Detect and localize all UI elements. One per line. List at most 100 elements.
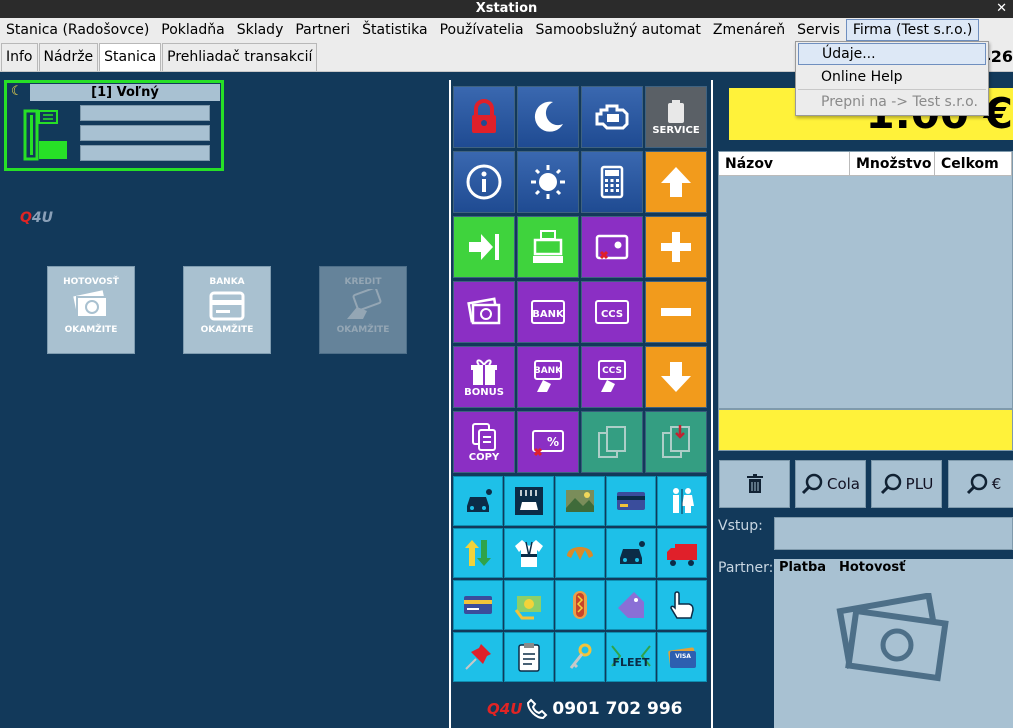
hotdog-button[interactable] bbox=[555, 580, 605, 630]
cash-register-button[interactable] bbox=[517, 216, 579, 278]
discount-button[interactable]: % bbox=[517, 411, 579, 473]
delete-button[interactable] bbox=[719, 460, 790, 508]
tab-info[interactable]: Info bbox=[1, 43, 38, 71]
jerrycan-icon bbox=[668, 99, 684, 123]
vignette-button[interactable] bbox=[555, 476, 605, 526]
column-mnozstvo[interactable]: Množstvo bbox=[850, 152, 935, 176]
credit-hand-icon bbox=[347, 289, 382, 319]
restroom-icon bbox=[673, 488, 694, 514]
id-card-cancel-button[interactable] bbox=[581, 216, 643, 278]
truck-button[interactable] bbox=[657, 528, 707, 578]
menu-sklady[interactable]: Sklady bbox=[231, 19, 290, 41]
clipboard-button[interactable] bbox=[504, 632, 554, 682]
footer-phone: 0901 702 996 bbox=[552, 699, 683, 719]
tab-nadrze[interactable]: Nádrže bbox=[38, 43, 99, 71]
arrow-up-icon bbox=[661, 167, 691, 197]
pump-card[interactable]: ☾ [1] Voľný bbox=[4, 80, 224, 171]
minus-button[interactable] bbox=[645, 281, 707, 343]
touch-button[interactable] bbox=[657, 580, 707, 630]
partner-box[interactable]: Platba Hotovosť bbox=[774, 559, 1013, 728]
day-mode-button[interactable] bbox=[517, 151, 579, 213]
bonus-button[interactable]: BONUS bbox=[453, 346, 515, 408]
car-wash-1-button[interactable] bbox=[453, 476, 503, 526]
menu-pouzivatelia[interactable]: Používatelia bbox=[434, 19, 530, 41]
column-celkom[interactable]: Celkom bbox=[935, 152, 1012, 176]
bank-manual-button[interactable]: BANK bbox=[517, 346, 579, 408]
skip-button[interactable] bbox=[453, 216, 515, 278]
menu-zmenaren[interactable]: Zmenáreň bbox=[707, 19, 791, 41]
bank-card-text: BANK bbox=[532, 309, 565, 320]
card-reader-button[interactable] bbox=[453, 580, 503, 630]
tab-stanica[interactable]: Stanica bbox=[99, 43, 162, 71]
price-tag-button[interactable] bbox=[606, 580, 656, 630]
fleet-button[interactable]: FLEET bbox=[606, 632, 656, 682]
pay-bank-button[interactable]: BANKA OKAMŽITE bbox=[183, 266, 271, 354]
fleet-logo-icon: FLEET bbox=[611, 645, 651, 669]
transfer-button[interactable] bbox=[453, 528, 503, 578]
documents-button[interactable] bbox=[581, 411, 643, 473]
restroom-button[interactable] bbox=[657, 476, 707, 526]
bakery-button[interactable] bbox=[555, 528, 605, 578]
engine-button[interactable] bbox=[581, 86, 643, 148]
keys-button[interactable] bbox=[555, 632, 605, 682]
search-cola-label: Cola bbox=[826, 475, 860, 493]
service-label: SERVICE bbox=[652, 124, 700, 136]
calculator-button[interactable] bbox=[581, 151, 643, 213]
pay-cash-button[interactable]: HOTOVOSŤ OKAMŽITE bbox=[47, 266, 135, 354]
menu-item-udaje[interactable]: Údaje... bbox=[798, 43, 986, 65]
menu-samoobsluzny-automat[interactable]: Samoobslužný automat bbox=[530, 19, 707, 41]
card-visa-button[interactable]: VISA bbox=[657, 632, 707, 682]
svg-text:CCS: CCS bbox=[602, 366, 622, 376]
menu-stanica[interactable]: Stanica (Radošovce) bbox=[0, 19, 155, 41]
menu-partneri[interactable]: Partneri bbox=[289, 19, 356, 41]
search-icon bbox=[880, 473, 901, 495]
truck-icon bbox=[667, 544, 697, 566]
bonus-label: BONUS bbox=[464, 386, 504, 398]
gift-icon bbox=[471, 358, 497, 385]
service-button[interactable]: SERVICE bbox=[645, 86, 707, 148]
cash-payment-button[interactable] bbox=[453, 281, 515, 343]
car-wash-6-button[interactable] bbox=[606, 528, 656, 578]
pin-button[interactable] bbox=[453, 632, 503, 682]
receipt-panel: 1.00 € Názov Množstvo Celkom Cola PLU € … bbox=[715, 72, 1013, 728]
bank-payment-button[interactable]: BANK bbox=[517, 281, 579, 343]
menu-firma[interactable]: Firma (Test s.r.o.) bbox=[845, 19, 980, 41]
lock-button[interactable] bbox=[453, 86, 515, 148]
document-import-button[interactable] bbox=[645, 411, 707, 473]
search-cola-button[interactable]: Cola bbox=[795, 460, 866, 508]
ccs-payment-button[interactable]: CCS bbox=[581, 281, 643, 343]
menu-servis[interactable]: Servis bbox=[791, 19, 846, 41]
car-wash-2-button[interactable] bbox=[504, 476, 554, 526]
menu-statistika[interactable]: Štatistika bbox=[356, 19, 433, 41]
keys-icon bbox=[569, 643, 592, 669]
banknote-icon bbox=[836, 593, 949, 682]
tab-prehliadac-transakcii[interactable]: Prehliadač transakcií bbox=[162, 43, 318, 71]
documents-icon bbox=[598, 426, 626, 458]
menu-item-online-help[interactable]: Online Help bbox=[798, 66, 986, 88]
up-down-arrows-icon bbox=[465, 540, 491, 566]
arrow-up-button[interactable] bbox=[645, 151, 707, 213]
cashback-button[interactable] bbox=[504, 580, 554, 630]
column-nazov[interactable]: Názov bbox=[719, 152, 850, 176]
plus-button[interactable] bbox=[645, 216, 707, 278]
night-mode-button[interactable] bbox=[517, 86, 579, 148]
ccs-manual-button[interactable]: CCS bbox=[581, 346, 643, 408]
search-plu-button[interactable]: PLU bbox=[871, 460, 942, 508]
info-button[interactable] bbox=[453, 151, 515, 213]
clothing-button[interactable] bbox=[504, 528, 554, 578]
card-payment-button[interactable] bbox=[606, 476, 656, 526]
cash-icon bbox=[73, 290, 108, 318]
items-table[interactable]: Názov Množstvo Celkom bbox=[718, 151, 1013, 409]
menu-pokladna[interactable]: Pokladňa bbox=[155, 19, 230, 41]
close-icon[interactable]: ✕ bbox=[996, 0, 1007, 18]
arrow-down-button[interactable] bbox=[645, 346, 707, 408]
menu-bar: Stanica (Radošovce) Pokladňa Sklady Part… bbox=[0, 18, 1013, 42]
pay-credit-button[interactable]: KREDIT OKAMŽITE bbox=[319, 266, 407, 354]
engine-icon bbox=[595, 104, 629, 130]
vstup-input[interactable] bbox=[774, 517, 1013, 550]
copy-button[interactable]: COPY bbox=[453, 411, 515, 473]
function-button-grid: SERVICE BANK CCS BONUS BANK CCS COPY % F… bbox=[449, 80, 713, 728]
kimono-icon bbox=[515, 540, 543, 567]
selection-bar bbox=[718, 409, 1013, 451]
search-euro-button[interactable]: € bbox=[948, 460, 1013, 508]
